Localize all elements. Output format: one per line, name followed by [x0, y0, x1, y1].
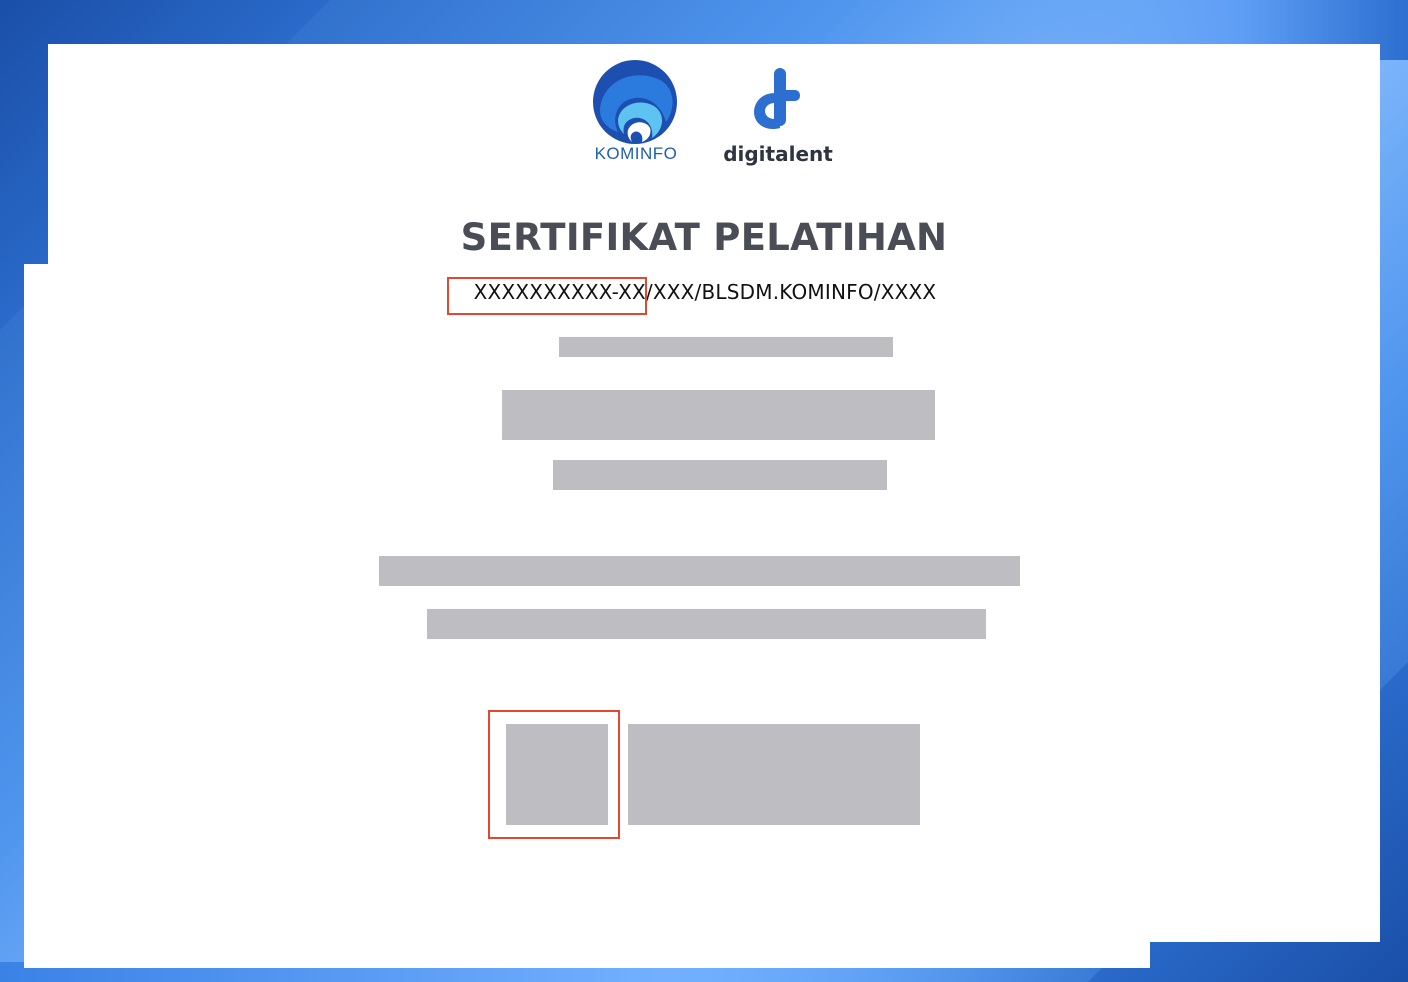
logo-row: KOMINFO digitalent [580, 60, 840, 180]
digitalent-emblem-icon [754, 68, 800, 130]
qr-highlight-box [488, 710, 620, 839]
redacted-course-line-1 [379, 556, 1020, 586]
number-highlight-box [447, 277, 647, 315]
kominfo-label: KOMINFO [594, 144, 678, 163]
digitalent-logo: digitalent [718, 66, 838, 172]
kominfo-emblem-icon [593, 60, 677, 144]
certificate-title: SERTIFIKAT PELATIHAN [460, 216, 948, 259]
kominfo-logo: KOMINFO [580, 60, 690, 172]
digitalent-label: digitalent [723, 142, 833, 166]
redacted-course-line-2 [427, 609, 986, 639]
certificate-paper [24, 44, 1380, 968]
redacted-recipient-name [502, 390, 935, 440]
certificate-frame: KOMINFO digitalent SERTIFIKAT PELATIHAN … [0, 0, 1408, 982]
redacted-line-1 [559, 337, 893, 357]
redacted-line-3 [553, 460, 887, 490]
redacted-signature-block [628, 724, 920, 825]
